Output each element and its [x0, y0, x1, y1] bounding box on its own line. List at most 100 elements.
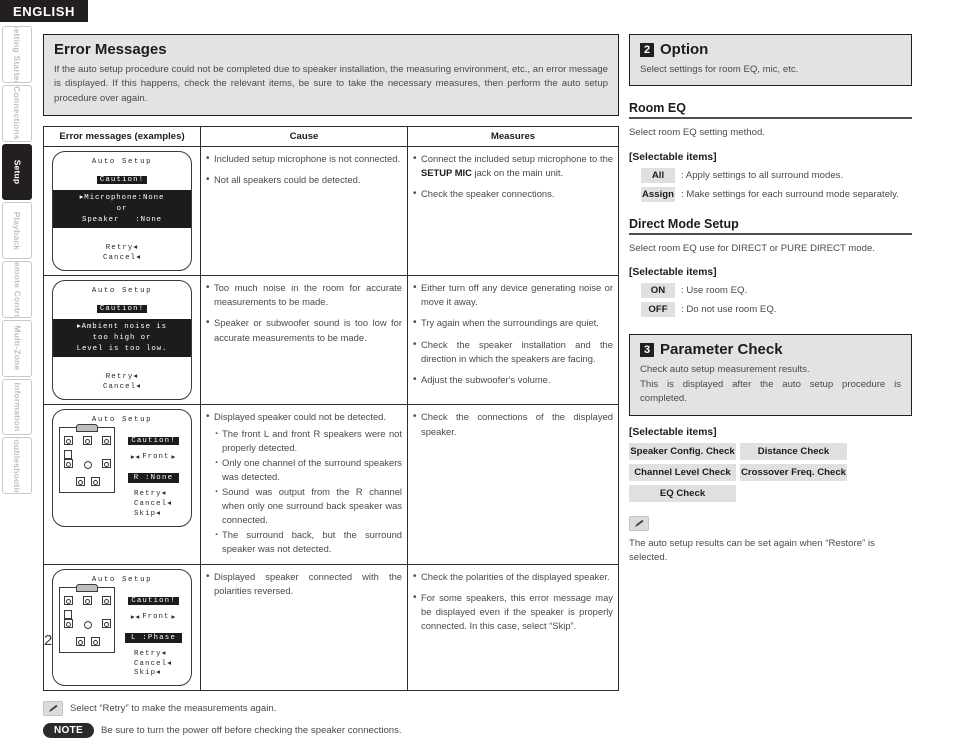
bullet-item: Either turn off any device generating no… [413, 280, 613, 309]
cell-measures: Connect the included setup microphone to… [407, 146, 619, 277]
listening-position-icon [84, 461, 92, 470]
direct-mode-description: Select room EQ use for DIRECT or PURE DI… [629, 242, 875, 254]
sidebar-item-information[interactable]: Information [2, 378, 32, 436]
sidebar-item-troubleshooting[interactable]: Troubleshooting [2, 437, 32, 494]
cell-error-message: Auto Setup Caution! ▸◂ Front ▸ L :Phase Retry◂… [43, 563, 201, 692]
cell-cause: Displayed speaker could not be detected.… [200, 404, 408, 565]
speaker-front-right-icon [102, 436, 111, 446]
room-eq-description: Select room EQ setting method. [629, 127, 765, 139]
sidebar-item-label: Multi-Zone [12, 325, 22, 371]
lcd-title: Auto Setup [91, 287, 153, 296]
option-description: : Use room EQ. [681, 285, 748, 297]
pencil-icon-glyph [634, 520, 644, 528]
lcd-error-screen: Auto Setup Caution! ▸Microphone:None or Spea… [52, 151, 192, 272]
lcd-value-band: R :None [127, 473, 180, 484]
sidebar-item-multi-zone[interactable]: Multi-Zone [2, 319, 32, 377]
lcd-message-line: ▸Microphone:None [79, 194, 165, 203]
lcd-selector-row[interactable]: ▸◂ Front ▸ [120, 612, 187, 622]
subwoofer-icon [64, 450, 72, 460]
cell-measures: Check the connections of the displayed s… [407, 404, 619, 565]
speaker-front-left-icon [64, 436, 73, 446]
speaker-front-right-icon [102, 595, 111, 605]
parameter-check-chip[interactable]: Distance Check [740, 443, 847, 461]
lcd-action-retry[interactable]: Retry◂ [134, 650, 187, 660]
option-key[interactable]: All [641, 167, 675, 183]
lcd-message-line: or [116, 204, 128, 213]
lcd-selector-row[interactable]: ▸◂ Front ▸ [120, 452, 187, 462]
bullet-item: Connect the included setup microphone to… [413, 151, 613, 180]
sidebar-item-label: Getting Started [12, 26, 22, 83]
speaker-center-icon [83, 436, 92, 446]
error-messages-table: Error messages (examples) Cause Measures… [43, 126, 619, 692]
sub-bullet-list: The front L and front R speakers were no… [214, 426, 402, 557]
listening-position-icon [84, 620, 92, 629]
footer-notes: Select “Retry” to make the measurements … [43, 701, 619, 739]
error-messages-banner: Error Messages If the auto setup procedu… [43, 34, 619, 117]
chevron-right-icon[interactable]: ▸ [171, 612, 176, 622]
parameter-check-chip[interactable]: Channel Level Check [629, 464, 736, 482]
direct-mode-options: ON : Use room EQ. OFF : Do not use room EQ. [629, 283, 912, 318]
lcd-selector-label: Front [142, 453, 170, 462]
parameter-check-chip[interactable]: EQ Check [629, 485, 736, 503]
sub-bullet-item: Sound was output from the R channel when… [214, 484, 402, 527]
lcd-action-retry[interactable]: Retry◂ [57, 244, 187, 254]
lcd-value-band: L :Phase [124, 632, 183, 643]
speaker-surround-back-right-icon [91, 636, 100, 646]
chevron-left-icon[interactable]: ▸◂ [131, 452, 140, 462]
speaker-layout-diagram [59, 424, 115, 494]
tv-icon [76, 424, 98, 433]
cell-error-message: Auto Setup Caution! ▸◂ Front ▸ R :None Retry◂ C… [43, 404, 201, 565]
table-header-row: Error messages (examples) Cause Measures [43, 126, 619, 148]
cell-cause: Displayed speaker connected with the pol… [200, 563, 408, 692]
bullet-item: Not all speakers could be detected. [206, 172, 402, 187]
restore-note: The auto setup results can be set again … [629, 516, 912, 565]
bullet-item: Check the polarities of the displayed sp… [413, 569, 613, 584]
sidebar-item-connections[interactable]: Connections [2, 84, 32, 142]
sidebar-item-playback[interactable]: Playback [2, 202, 32, 259]
column-header-error-messages: Error messages (examples) [43, 126, 201, 148]
speaker-surround-right-icon [102, 618, 111, 628]
chevron-left-icon[interactable]: ▸◂ [131, 612, 140, 622]
note-line: NOTE Be sure to turn the power off before… [43, 723, 619, 739]
column-header-measures: Measures [407, 126, 619, 148]
chevron-right-icon[interactable]: ▸ [171, 452, 176, 462]
cell-error-message: Auto Setup Caution! ▸Ambient noise is too h… [43, 275, 201, 406]
lcd-actions: Retry◂ Cancel◂ [57, 244, 187, 264]
lcd-action-retry[interactable]: Retry◂ [57, 373, 187, 383]
lcd-action-skip[interactable]: Skip◂ [134, 669, 187, 679]
lcd-caution-badge: Caution! [128, 596, 179, 605]
pencil-icon [629, 516, 649, 532]
option-title-text: Option [660, 41, 709, 58]
lcd-error-screen: Auto Setup Caution! ▸Ambient noise is too h… [52, 280, 192, 401]
speaker-surround-left-icon [64, 459, 73, 469]
lcd-action-cancel[interactable]: Cancel◂ [57, 254, 187, 264]
option-key[interactable]: ON [641, 283, 675, 299]
lcd-action-skip[interactable]: Skip◂ [134, 510, 187, 520]
error-messages-title: Error Messages [54, 41, 167, 58]
option-row: OFF : Do not use room EQ. [629, 302, 912, 318]
sidebar-item-label: Connections [12, 86, 22, 140]
lcd-action-retry[interactable]: Retry◂ [134, 490, 187, 500]
table-row: Auto Setup Caution! ▸◂ Front ▸ L :Phase Retry◂… [43, 563, 619, 692]
sidebar-item-setup[interactable]: Setup [2, 143, 32, 201]
lcd-action-cancel[interactable]: Cancel◂ [57, 383, 187, 393]
speaker-surround-back-right-icon [91, 477, 100, 487]
cell-cause: Included setup microphone is not connect… [200, 146, 408, 277]
parameter-check-chip[interactable]: Speaker Config. Check [629, 443, 736, 461]
sidebar-item-label: Remote Control [12, 261, 22, 318]
sidebar-item-getting-started[interactable]: Getting Started [2, 26, 32, 83]
pencil-icon [43, 701, 63, 717]
speaker-layout-diagram [59, 583, 115, 653]
bullet-item: Displayed speaker connected with the pol… [206, 569, 402, 598]
option-description: : Do not use room EQ. [681, 304, 777, 316]
lcd-error-screen: Auto Setup Caution! ▸◂ Front ▸ L :Phase Retry◂… [52, 568, 192, 687]
parameter-check-chip[interactable]: Crossover Freq. Check [740, 464, 847, 482]
lcd-action-cancel[interactable]: Cancel◂ [134, 660, 187, 670]
room-eq-options: All: Apply settings to all surround mode… [629, 167, 912, 202]
sidebar-item-remote-control[interactable]: Remote Control [2, 261, 32, 318]
lcd-action-cancel[interactable]: Cancel◂ [134, 500, 187, 510]
option-key[interactable]: Assign [641, 186, 675, 202]
sidebar-item-label: Information [12, 382, 23, 432]
bullet-item: Check the connections of the displayed s… [413, 409, 613, 438]
option-key[interactable]: OFF [641, 302, 675, 318]
